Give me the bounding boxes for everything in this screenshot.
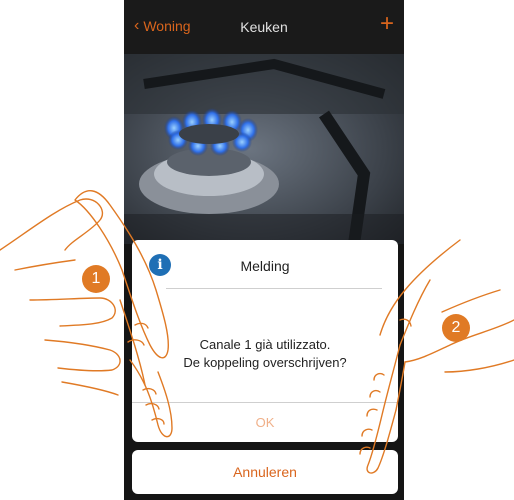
message-line-1: Canale 1 già utilizzato. bbox=[199, 337, 331, 352]
dialog-message: Canale 1 già utilizzato. De koppeling ov… bbox=[132, 336, 398, 372]
room-photo bbox=[124, 54, 404, 244]
alert-dialog: i Melding Canale 1 già utilizzato. De ko… bbox=[132, 240, 398, 442]
step-badge-2: 2 bbox=[442, 314, 470, 342]
ok-button[interactable]: OK bbox=[132, 403, 398, 442]
message-line-2: De koppeling overschrijven? bbox=[183, 355, 347, 370]
dialog-header: i Melding bbox=[132, 240, 398, 288]
cancel-button[interactable]: Annuleren bbox=[132, 450, 398, 494]
dialog-title: Melding bbox=[240, 258, 290, 274]
plus-icon[interactable]: + bbox=[380, 12, 394, 36]
divider bbox=[166, 288, 382, 289]
step-badge-1: 1 bbox=[82, 265, 110, 293]
top-bar: ‹ Woning Keuken + bbox=[124, 0, 404, 54]
page-title: Keuken bbox=[240, 19, 288, 35]
